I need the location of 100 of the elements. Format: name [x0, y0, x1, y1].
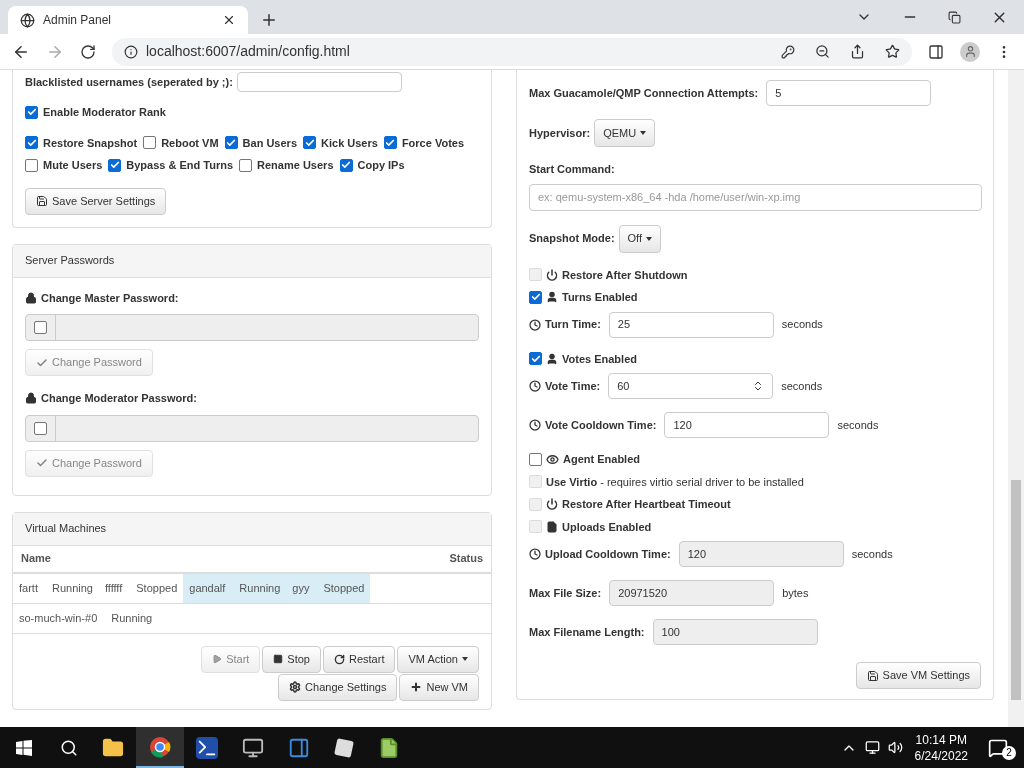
action-button[interactable]: Change Settings — [278, 673, 398, 701]
terminal-icon[interactable] — [196, 736, 218, 759]
field-value: 25 — [617, 317, 631, 333]
caret-icon — [646, 236, 653, 241]
restore-icon[interactable] — [948, 10, 961, 24]
field-value: 100 — [661, 624, 680, 640]
table-row[interactable]: ffffff Stopped — [98, 573, 184, 603]
checkbox[interactable] — [383, 136, 397, 150]
action-button[interactable]: New VM — [399, 673, 479, 701]
power-icon — [546, 498, 558, 511]
checkbox[interactable] — [143, 136, 157, 150]
close-icon[interactable] — [222, 13, 236, 27]
input-field[interactable]: 5 — [766, 80, 932, 106]
profile-avatar[interactable] — [960, 41, 980, 62]
address-bar[interactable]: localhost:6007/admin/config.html — [112, 37, 912, 66]
dropdown-button[interactable]: Off — [618, 224, 662, 253]
caret-icon — [462, 657, 468, 661]
table-row[interactable]: gandalf Running — [183, 573, 287, 603]
url-text: localhost:6007/admin/config.html — [146, 42, 351, 61]
column-header: Name — [21, 551, 51, 567]
checkbox[interactable] — [25, 105, 38, 119]
input-field[interactable]: 120 — [664, 412, 830, 438]
checkbox[interactable] — [239, 158, 253, 172]
save-button[interactable]: Save VM Settings — [855, 662, 981, 689]
vm-status: Stopped — [323, 580, 365, 596]
play-icon — [212, 654, 223, 664]
table-row[interactable]: gyy Stopped — [286, 573, 371, 603]
checkbox[interactable] — [303, 136, 316, 150]
notepad-icon[interactable] — [378, 736, 400, 759]
field-value: 20971520 — [618, 585, 668, 601]
browser-icon[interactable] — [149, 735, 171, 758]
plus-icon — [410, 681, 423, 693]
checkbox[interactable] — [529, 290, 542, 304]
change-password-button[interactable]: Change Password — [25, 449, 153, 477]
windows-icon[interactable] — [16, 739, 32, 756]
side-panel-icon[interactable] — [928, 43, 944, 60]
checkbox[interactable] — [25, 158, 38, 172]
input-group[interactable] — [25, 314, 479, 341]
clock-time: 10:14 PM — [915, 731, 967, 748]
vm-name: ffffff — [104, 580, 123, 596]
action-button[interactable]: Stop — [262, 645, 321, 673]
checkbox[interactable] — [108, 158, 122, 172]
field-value: 120 — [673, 417, 692, 433]
vm-status: Stopped — [136, 580, 178, 596]
vm-status: Running — [111, 610, 153, 626]
checkbox[interactable] — [34, 321, 47, 334]
volume-icon[interactable] — [887, 740, 903, 755]
monitor-icon[interactable] — [242, 736, 264, 759]
zoom-out-icon[interactable] — [815, 44, 830, 59]
checkbox[interactable] — [339, 158, 353, 172]
checkbox-label: Uploads Enabled — [562, 519, 652, 535]
field-value: 60 — [617, 378, 630, 394]
new-tab-icon[interactable] — [260, 11, 278, 29]
input-field[interactable] — [236, 72, 402, 92]
settings-icon — [289, 681, 302, 693]
checkbox-label: Enable Moderator Rank — [43, 105, 166, 120]
stop-icon — [273, 654, 284, 664]
field-label: Snapshot Mode: — [529, 231, 615, 247]
save-button[interactable]: Save Server Settings — [25, 187, 167, 215]
search-icon[interactable] — [60, 738, 78, 757]
checkbox[interactable] — [529, 352, 542, 366]
star-icon[interactable] — [885, 44, 900, 59]
refresh-icon — [334, 653, 345, 665]
clock-icon — [529, 419, 541, 431]
checkbox[interactable] — [34, 421, 47, 435]
input-field[interactable]: 60 — [608, 373, 774, 399]
unit-label: bytes — [782, 585, 809, 601]
notification-icon[interactable] — [988, 737, 1008, 758]
checkbox-label: Rename Users — [257, 158, 334, 173]
share-icon[interactable] — [850, 44, 865, 59]
input-group[interactable] — [25, 414, 479, 442]
notification-badge: 2 — [1002, 745, 1016, 760]
save-icon — [36, 195, 48, 207]
window-icon[interactable] — [288, 736, 310, 759]
dropdown-button[interactable]: QEMU — [594, 119, 656, 147]
network-icon[interactable] — [864, 740, 880, 755]
unit-label: seconds — [781, 317, 823, 333]
field-label: Turn Time: — [545, 317, 601, 333]
folder-icon[interactable] — [102, 736, 124, 759]
browser-tab[interactable]: Admin Panel — [8, 6, 248, 34]
input-field[interactable]: ex: qemu-system-x86_64 -hda /home/user/win-xp.img — [529, 183, 982, 211]
table-row[interactable]: fartt Running — [13, 573, 99, 603]
checkbox-label: Bypass & End Turns — [126, 158, 234, 173]
checkbox-label: Restore Snapshot — [43, 135, 138, 151]
reload-icon[interactable] — [80, 43, 96, 60]
field-label: Change Moderator Password: — [41, 391, 197, 406]
clock-icon — [529, 380, 541, 392]
checkbox[interactable] — [529, 452, 542, 466]
input-field[interactable]: 25 — [608, 311, 774, 338]
checkbox-label: Kick Users — [321, 135, 378, 151]
table-row[interactable]: so-much-win-#0 Running — [13, 603, 159, 633]
action-button[interactable]: Restart — [323, 645, 396, 673]
checkbox[interactable] — [25, 136, 38, 150]
key-icon[interactable] — [781, 44, 795, 59]
checkbox-label: Votes Enabled — [562, 351, 637, 367]
change-password-button[interactable]: Change Password — [25, 349, 153, 376]
field-label: Max File Size: — [529, 585, 602, 601]
scrollbar[interactable] — [1008, 70, 1024, 727]
dropdown-button[interactable]: VM Action — [397, 645, 479, 673]
checkbox[interactable] — [224, 136, 238, 150]
